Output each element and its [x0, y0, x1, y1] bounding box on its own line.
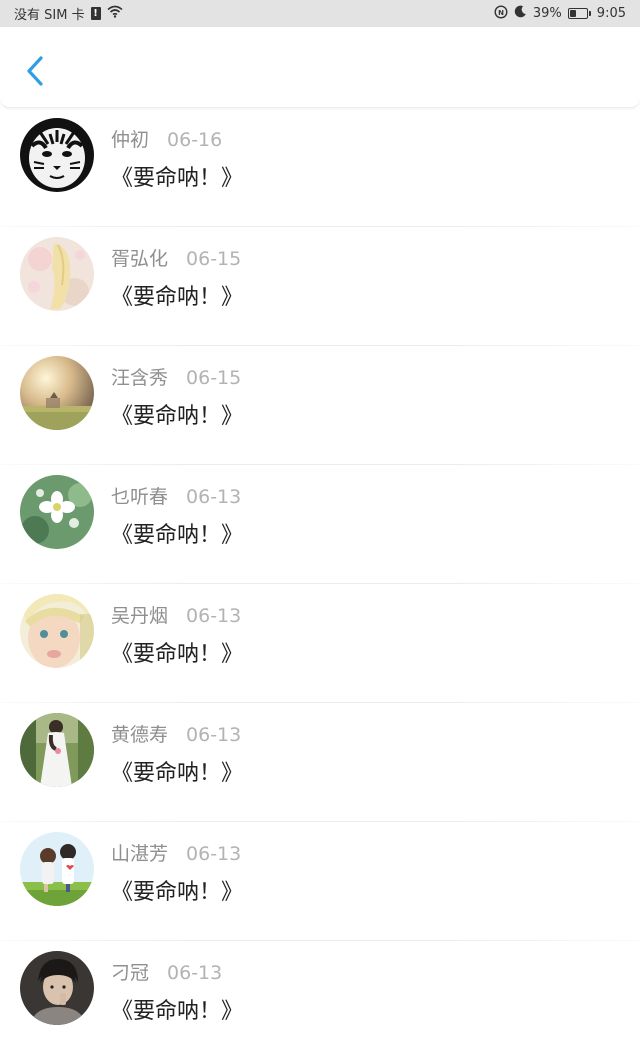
avatar[interactable] — [20, 118, 94, 192]
item-title[interactable]: 《要命呐！》 — [111, 874, 243, 906]
avatar[interactable] — [20, 713, 94, 787]
avatar[interactable] — [20, 832, 94, 906]
nfc-icon: N — [494, 4, 508, 23]
list-item[interactable]: 山湛芳 06-13 《要命呐！》 — [0, 822, 640, 941]
sim-alert-icon: ! — [90, 7, 101, 20]
field-sunlight-avatar-icon — [20, 356, 94, 430]
list-item[interactable]: 胥弘化 06-15 《要命呐！》 — [0, 227, 640, 346]
author-name: 汪含秀 — [111, 367, 169, 389]
bride-avatar-icon — [20, 713, 94, 787]
item-title[interactable]: 《要命呐！》 — [111, 160, 243, 192]
post-date: 06-13 — [186, 486, 242, 508]
item-meta: 乜听春 06-13 — [111, 482, 241, 509]
avatar[interactable] — [20, 951, 94, 1025]
author-name: 黄德寿 — [111, 724, 169, 746]
list-item[interactable]: 黄德寿 06-13 《要命呐！》 — [0, 703, 640, 822]
post-date: 06-13 — [167, 962, 223, 984]
list-item[interactable]: 吴丹烟 06-13 《要命呐！》 — [0, 584, 640, 703]
post-date: 06-13 — [186, 605, 242, 627]
avatar[interactable] — [20, 475, 94, 549]
item-title[interactable]: 《要命呐！》 — [111, 636, 243, 668]
item-title[interactable]: 《要命呐！》 — [111, 279, 243, 311]
chevron-left-icon — [27, 56, 43, 86]
item-meta: 吴丹烟 06-13 — [111, 601, 241, 628]
item-title[interactable]: 《要命呐！》 — [111, 517, 243, 549]
item-title[interactable]: 《要命呐！》 — [111, 993, 243, 1025]
status-bar: 没有 SIM 卡 ! N 39% 9:05 — [0, 0, 640, 27]
post-date: 06-13 — [186, 843, 242, 865]
item-meta: 山湛芳 06-13 — [111, 839, 241, 866]
list-item[interactable]: 刁冠 06-13 《要命呐！》 — [0, 941, 640, 1060]
author-name: 山湛芳 — [111, 843, 169, 865]
item-meta: 仲初 06-16 — [111, 125, 222, 152]
status-left: 没有 SIM 卡 ! — [14, 0, 123, 27]
clock: 9:05 — [596, 6, 626, 21]
battery-icon — [567, 8, 591, 19]
back-button[interactable] — [18, 51, 52, 91]
anime-girl-avatar-icon — [20, 237, 94, 311]
status-right: N 39% 9:05 — [494, 0, 626, 27]
author-name: 胥弘化 — [111, 248, 169, 270]
svg-text:N: N — [498, 9, 504, 17]
carrier-text: 没有 SIM 卡 — [14, 8, 85, 23]
item-meta: 刁冠 06-13 — [111, 958, 222, 985]
child-avatar-icon — [20, 594, 94, 668]
author-name: 刁冠 — [111, 962, 150, 984]
white-flower-avatar-icon — [20, 475, 94, 549]
item-meta: 汪含秀 06-15 — [111, 363, 241, 390]
post-date: 06-15 — [186, 248, 242, 270]
item-meta: 黄德寿 06-13 — [111, 720, 241, 747]
wifi-icon — [107, 5, 123, 22]
battery-percent: 39% — [532, 6, 562, 21]
moon-icon — [514, 5, 527, 22]
author-name: 乜听春 — [111, 486, 169, 508]
person-dark-avatar-icon — [20, 951, 94, 1025]
author-name: 仲初 — [111, 129, 150, 151]
post-date: 06-16 — [167, 129, 223, 151]
list-item[interactable]: 汪含秀 06-15 《要命呐！》 — [0, 346, 640, 465]
list-item[interactable]: 乜听春 06-13 《要命呐！》 — [0, 465, 640, 584]
avatar[interactable] — [20, 237, 94, 311]
comment-list: 仲初 06-16 《要命呐！》 胥弘化 06-15 《要命呐！》 汪含秀 06-… — [0, 108, 640, 1060]
post-date: 06-13 — [186, 724, 242, 746]
tiger-avatar-icon — [20, 118, 94, 192]
author-name: 吴丹烟 — [111, 605, 169, 627]
item-meta: 胥弘化 06-15 — [111, 244, 241, 271]
avatar[interactable] — [20, 594, 94, 668]
item-title[interactable]: 《要命呐！》 — [111, 755, 243, 787]
avatar[interactable] — [20, 356, 94, 430]
list-item[interactable]: 仲初 06-16 《要命呐！》 — [0, 108, 640, 227]
couple-cartoon-avatar-icon — [20, 832, 94, 906]
post-date: 06-15 — [186, 367, 242, 389]
item-title[interactable]: 《要命呐！》 — [111, 398, 243, 430]
nav-bar — [0, 27, 640, 108]
